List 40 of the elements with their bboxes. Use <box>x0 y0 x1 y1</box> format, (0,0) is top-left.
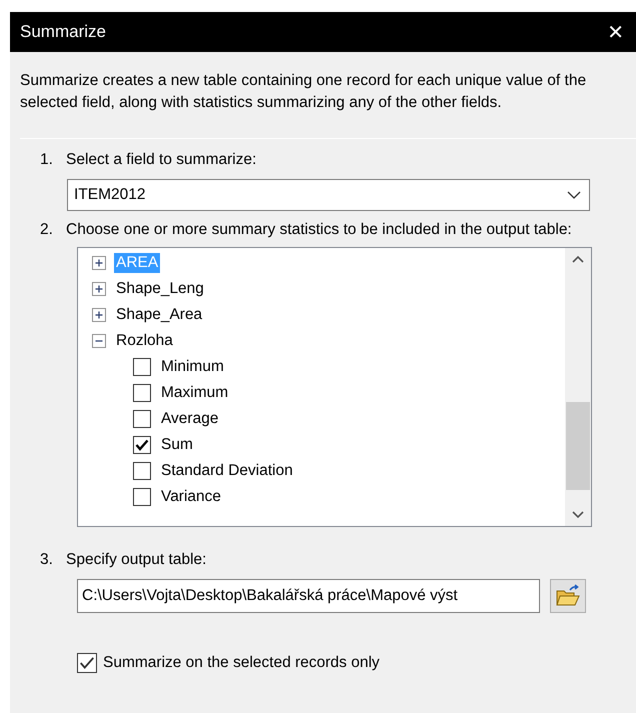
statistic-label: Variance <box>160 487 222 507</box>
step-label: Specify output table: <box>66 550 206 570</box>
scroll-down-icon[interactable] <box>571 510 585 520</box>
step-label: Select a field to summarize: <box>66 150 256 170</box>
description-text: Summarize creates a new table containing one record for each unique value of the selected field, along with statistics summarizing any of the other fields. <box>20 71 588 113</box>
checkbox[interactable] <box>133 358 151 376</box>
statistic-label: Minimum <box>160 357 225 377</box>
expand-icon[interactable] <box>92 282 106 296</box>
scrollbar[interactable] <box>565 248 591 526</box>
expand-icon[interactable] <box>92 308 106 322</box>
tree-item[interactable]: Rozloha <box>114 331 175 351</box>
collapse-icon[interactable] <box>92 334 106 348</box>
step-number: 1. <box>40 150 54 170</box>
checkbox[interactable] <box>133 384 151 402</box>
output-path-field[interactable]: C:\Users\Vojta\Desktop\Bakalářská práce\Mapové výst <box>77 579 540 613</box>
checkbox[interactable] <box>77 653 97 673</box>
tree-item[interactable]: Shape_Leng <box>114 279 206 299</box>
step-number: 2. <box>40 220 54 240</box>
statistic-label: Sum <box>160 435 194 455</box>
chevron-down-icon <box>567 190 581 200</box>
browse-button[interactable] <box>550 579 586 613</box>
field-dropdown[interactable]: ITEM2012 <box>67 179 590 211</box>
statistic-label: Maximum <box>160 383 230 403</box>
scroll-up-icon[interactable] <box>571 254 585 264</box>
statistics-tree[interactable]: AREA Shape_Leng Shape_Area Rozloha Minimum Maximum Average Sum Standard Deviation Variance <box>77 247 592 527</box>
expand-icon[interactable] <box>92 256 106 270</box>
checkbox[interactable] <box>133 462 151 480</box>
checkbox[interactable] <box>133 410 151 428</box>
step-number: 3. <box>40 550 54 570</box>
checkbox[interactable] <box>133 436 151 454</box>
window-title: Summarize <box>20 22 106 42</box>
tree-item[interactable]: Shape_Area <box>114 305 204 325</box>
statistic-label: Average <box>160 409 220 429</box>
checkbox-label: Summarize on the selected records only <box>103 654 380 672</box>
checkbox[interactable] <box>133 488 151 506</box>
folder-icon <box>555 584 581 608</box>
statistic-label: Standard Deviation <box>160 461 294 481</box>
scroll-thumb[interactable] <box>566 402 590 490</box>
close-button[interactable]: ✕ <box>603 20 628 44</box>
step-label: Choose one or more summary statistics to be included in the output table: <box>66 220 572 240</box>
